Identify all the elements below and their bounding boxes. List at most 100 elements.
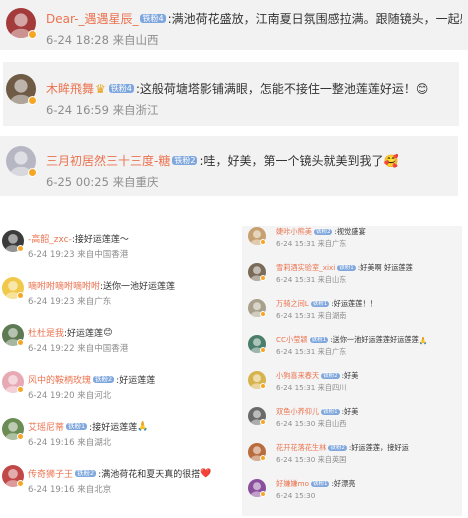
username-link[interactable]: 三月初居然三十三度-糖 [46,152,170,169]
emoji-icon: ❤️ [200,468,212,479]
username-link[interactable]: 杜杜是我 [28,326,64,339]
fan-level-badge: 铁粉2 [328,444,347,452]
comment-text: :好运莲莲！！ [331,299,377,308]
comment-date: 6-24 15:30 [276,455,316,464]
verified-badge-icon [260,491,266,497]
comment-meta: 6-24 16:59 来自浙江 [46,102,159,118]
comment-date: 6-24 15:30 [276,491,316,500]
username-link[interactable]: 雪莉酒实验室_xixi [276,263,335,273]
comment-text: :好运莲莲，接好运 [348,443,409,452]
comment-line: 三月初居然三十三度-糖 铁粉2:哇，好美，第一个镜头就美到我了 🥰 [46,152,398,169]
emoji-icon: 😊 [103,327,113,338]
comment-date: 6-24 15:31 [276,239,316,248]
username-link[interactable]: 木眸飛舞 [46,80,94,97]
comment-meta: 6-25 00:25 来自重庆 [46,174,159,190]
username-link[interactable]: 双鱼小养仰儿 [276,407,319,417]
comment-date: 6-24 15:31 [276,275,316,284]
comment-text: :这般荷塘塔影铺满眼，怎能不接住一整池莲莲好运！ [135,82,416,96]
comment-date: 6-24 19:16 [28,485,75,495]
username-link[interactable]: 风中的鞍柄玫瑰 [28,373,91,386]
emoji-icon: 🥰 [383,153,399,168]
comment-meta: 6-24 15:31 来自湖南 [276,311,346,321]
comment-text: :满池荷花盛放，江南夏日氛围感拉满。跟随镜头，一起感受 [167,12,462,26]
username-link[interactable]: 小狗喜来春天 [276,371,319,381]
comment-date: 6-25 00:25 [46,175,109,189]
emoji-icon: 😊 [415,81,429,96]
comment-line: 万骑之间L 铁粉1:好运莲莲！！ [276,299,377,309]
comment-line: Dear-_遇遇星辰_ 铁粉4:满池荷花盛放，江南夏日氛围感拉满。跟随镜头，一起感… [46,10,462,27]
username-link[interactable]: 传奇狮子王 [28,467,73,480]
comment-text: :好运莲莲 [64,329,104,339]
comment-date: 6-24 18:28 [46,33,109,47]
comment-source: 来自中国香港 [77,250,129,260]
comment-source: 来自湖南 [317,311,347,320]
comment-text: :接好运莲莲～ [71,235,129,245]
verified-badge-icon [17,433,24,440]
username-link[interactable]: Dear-_遇遇星辰_ [46,10,138,27]
emoji-icon: 🙏 [418,335,428,345]
comment-source: 来自山西 [112,33,159,47]
comment-date: 6-24 19:23 [28,297,75,307]
comment-source: 来自山西 [317,419,347,428]
fan-level-badge: 铁粉1 [337,264,356,272]
username-link[interactable]: 万骑之间L [276,299,309,309]
comment-source: 来自四川 [317,383,347,392]
comment-line: 传奇狮子王 铁粉2:满池荷花和夏天真的很搭 ❤️ [28,467,212,481]
comment-date: 6-24 16:59 [46,103,109,117]
username-link[interactable]: 艾瑶尼蒂 [28,420,64,433]
comment-text: :满池荷花和夏天真的很搭 [98,470,201,480]
comment-meta: 6-24 15:31 来自广东 [276,239,346,249]
comment-source: 来自北京 [77,485,112,495]
username-link[interactable]: CC小莹颖 [276,335,308,345]
fan-level-badge: 铁粉1 [66,421,88,431]
verified-badge-icon [17,292,24,299]
comment-text: :好漂亮 [331,479,356,488]
comment-text: :好美 [341,371,359,380]
comment-line: 嘀咐咐嘀咐嘀咐咐:送你一池好运莲莲 [28,279,175,292]
verified-badge-icon [17,480,24,487]
comment-meta: 6-24 19:16 来自湖北 [28,436,111,448]
verified-badge-icon [28,96,37,105]
fan-level-badge: 铁粉1 [321,408,340,416]
comment-line: 好嫌嫌mo 铁粉1:好漂亮 [276,479,355,489]
comment-source: 来自中国香港 [77,344,129,354]
verified-badge-icon [28,30,37,39]
comment-meta: 6-24 19:20 来自河北 [28,389,111,401]
comment-meta: 6-24 15:31 来自山东 [276,275,346,285]
comment-line: 风中的鞍柄玫瑰 铁粉2:好运莲莲 [28,373,155,386]
fan-level-badge: 铁粉2 [172,155,198,166]
comment-line: -高韶_zxc-:接好运莲莲～ [28,232,129,245]
username-link[interactable]: 婕咔小熊美 [276,227,312,237]
comment-meta: 6-24 19:23 来自广东 [28,295,111,307]
verified-badge-icon [17,245,24,252]
username-link[interactable]: 花开花落花生林 [276,443,326,453]
comment-meta: 6-24 15:30 来自英国 [276,455,346,465]
comment-date: 6-24 15:31 [276,383,316,392]
comment-date: 6-24 19:16 [28,438,75,448]
comment-date: 6-24 15:30 [276,419,316,428]
comment-date: 6-24 15:31 [276,347,316,356]
comment-meta: 6-24 19:22 来自中国香港 [28,342,128,354]
comment-line: 婕咔小熊美 铁粉2:视觉盛宴 [276,227,366,237]
comment-line: 杜杜是我:好运莲莲 😊 [28,326,113,340]
comment-line: 双鱼小养仰儿 铁粉1:好美 [276,407,358,417]
fan-level-badge: 铁粉2 [75,468,97,478]
fan-level-badge: 铁粉2 [93,374,115,384]
verified-badge-icon [260,311,266,317]
comment-date: 6-24 19:23 [28,250,75,260]
comment-text: :好美啊 好运莲莲 [357,263,413,272]
fan-level-badge: 铁粉4 [108,83,134,94]
verified-badge-icon [260,275,266,281]
comment-date: 6-24 19:20 [28,391,75,401]
username-link[interactable]: -高韶_zxc- [28,232,72,245]
fan-level-badge: 铁粉4 [140,13,166,24]
comment-text: :视觉盛宴 [334,227,366,236]
username-link[interactable]: 好嫌嫌mo [276,479,309,489]
verified-badge-icon [17,386,24,393]
verified-badge-icon [260,383,266,389]
verified-badge-icon [17,339,24,346]
comment-meta: 6-24 15:31 来自四川 [276,383,346,393]
username-link[interactable]: 嘀咐咐嘀咐嘀咐咐 [28,279,100,292]
fan-level-badge: 铁粉2 [313,228,333,236]
comment-meta: 6-24 15:31 来自广东 [276,347,346,357]
